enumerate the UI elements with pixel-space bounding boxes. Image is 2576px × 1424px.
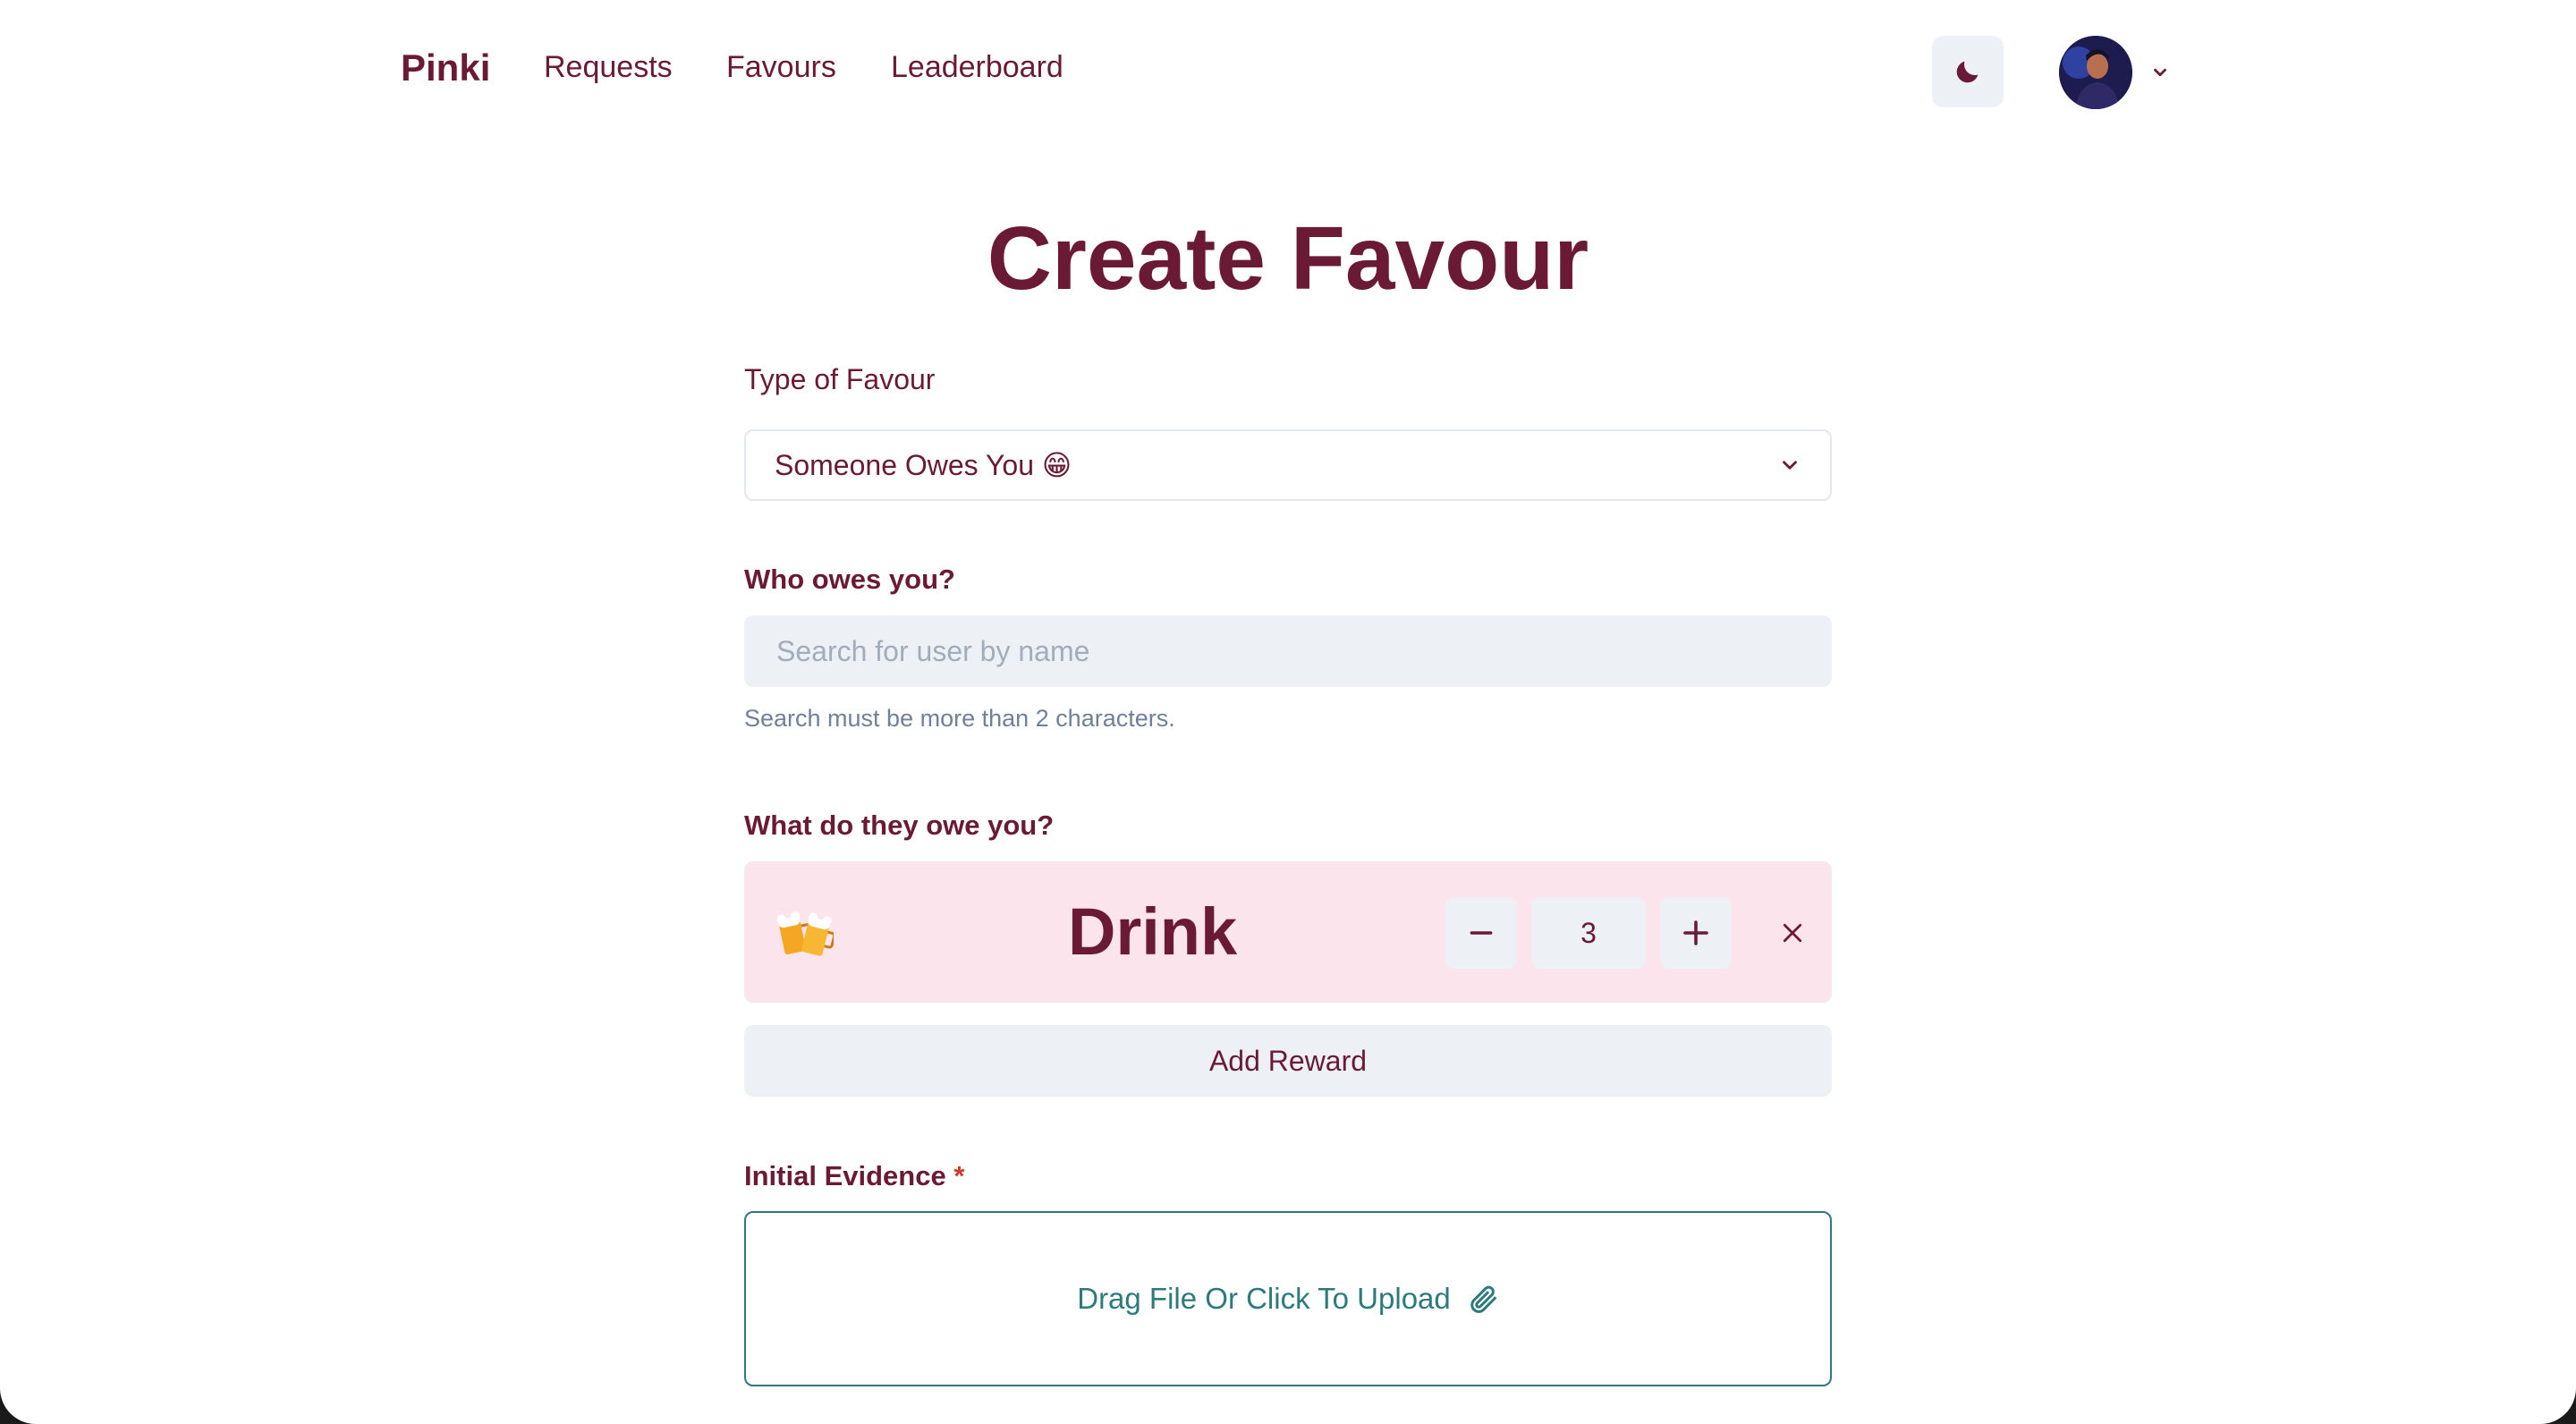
who-owes-label: Who owes you? [744, 564, 955, 595]
reward-name: Drink [1068, 894, 1238, 969]
file-upload-dropzone[interactable]: Drag File Or Click To Upload [744, 1211, 1832, 1386]
app-window: Pinki Requests Favours Leaderboard Creat… [0, 0, 2576, 1424]
chevron-down-icon [2154, 68, 2166, 77]
what-owed-label: What do they owe you? [744, 809, 1055, 841]
add-reward-button[interactable]: Add Reward [744, 1025, 1832, 1097]
plus-icon [1683, 920, 1708, 945]
moon-icon [1956, 61, 1979, 83]
top-nav: Pinki Requests Favours Leaderboard [0, 0, 2576, 143]
chevron-down-icon [1783, 461, 1797, 470]
page-title: Create Favour [987, 208, 1589, 309]
paperclip-icon [1470, 1285, 1496, 1313]
theme-toggle-button[interactable] [1932, 36, 2004, 107]
type-of-favour-label: Type of Favour [744, 363, 936, 395]
required-marker: * [953, 1160, 965, 1191]
minus-icon [1470, 931, 1493, 935]
favour-type-value: Someone Owes You 😁 [775, 449, 1072, 481]
nav-link-leaderboard[interactable]: Leaderboard [891, 50, 1063, 85]
initial-evidence-text: Initial Evidence [744, 1160, 946, 1191]
search-helper-text: Search must be more than 2 characters. [744, 705, 1175, 732]
account-menu-toggle[interactable] [2150, 63, 2170, 87]
user-avatar[interactable] [2059, 36, 2132, 109]
quantity-value[interactable]: 3 [1531, 897, 1646, 969]
brand-logo[interactable]: Pinki [401, 47, 490, 89]
upload-label: Drag File Or Click To Upload [1077, 1282, 1451, 1315]
increase-quantity-button[interactable] [1660, 897, 1732, 969]
reward-item: Drink 3 [744, 861, 1832, 1003]
nav-link-favours[interactable]: Favours [726, 50, 836, 85]
remove-reward-button[interactable] [1771, 911, 1814, 954]
avatar-image [2059, 36, 2132, 109]
close-icon [1783, 923, 1802, 943]
decrease-quantity-button[interactable] [1445, 897, 1517, 969]
beer-mugs-icon [776, 911, 834, 956]
favour-type-select[interactable]: Someone Owes You 😁 [744, 429, 1832, 501]
nav-link-requests[interactable]: Requests [544, 50, 673, 85]
initial-evidence-label: Initial Evidence * [744, 1160, 964, 1192]
user-search-input[interactable] [744, 615, 1832, 687]
